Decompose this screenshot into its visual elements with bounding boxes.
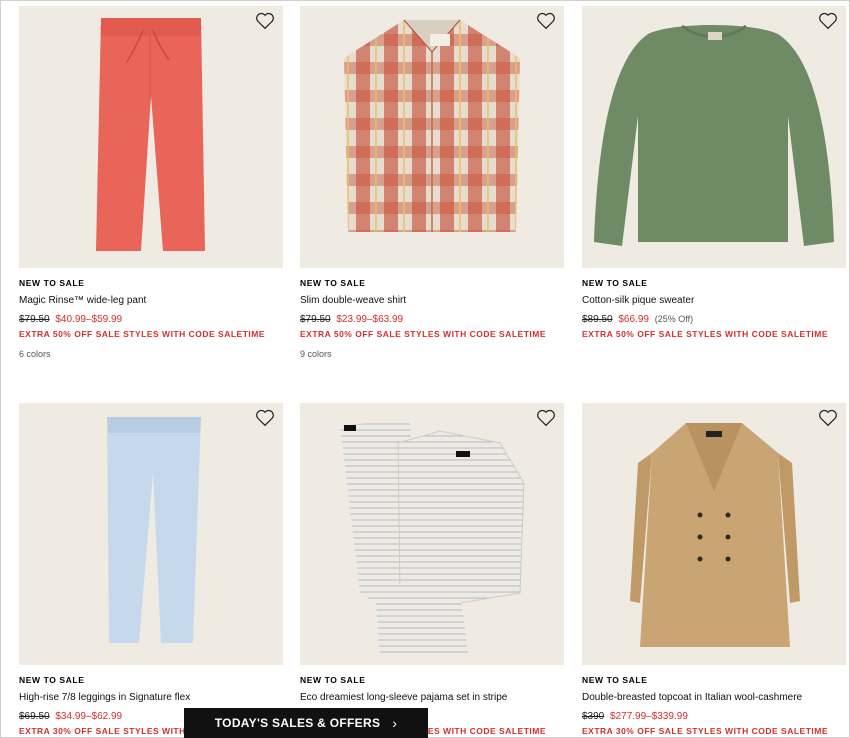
product-grid-page: NEW TO SALE Magic Rinse™ wide-leg pant $…: [0, 0, 850, 738]
leggings-image: [107, 417, 201, 643]
product-card[interactable]: NEW TO SALE Magic Rinse™ wide-leg pant $…: [19, 6, 283, 359]
heart-icon[interactable]: [255, 409, 275, 427]
product-image[interactable]: [582, 6, 846, 268]
product-name[interactable]: Slim double-weave shirt: [300, 295, 564, 306]
price-row: $89.50 $66.99 (25% Off): [582, 314, 846, 325]
heart-icon[interactable]: [536, 12, 556, 30]
product-image[interactable]: [19, 6, 283, 268]
todays-sales-offers-button[interactable]: TODAY'S SALES & OFFERS ›: [184, 708, 428, 738]
product-card[interactable]: NEW TO SALE Eco dreamiest long-sleeve pa…: [300, 403, 564, 736]
price-row: $79.50 $40.99–$59.99: [19, 314, 283, 325]
discount-percent: (25% Off): [654, 314, 694, 324]
product-image[interactable]: [582, 403, 846, 665]
new-to-sale-badge: NEW TO SALE: [300, 278, 366, 288]
heart-icon[interactable]: [818, 409, 838, 427]
promo-text: EXTRA 50% OFF SALE STYLES WITH CODE SALE…: [582, 329, 829, 339]
color-count[interactable]: 6 colors: [19, 349, 283, 359]
sale-price: $40.99–$59.99: [55, 314, 123, 325]
color-count[interactable]: 9 colors: [300, 349, 564, 359]
product-name[interactable]: Eco dreamiest long-sleeve pajama set in …: [300, 692, 564, 703]
price-row: $79.50 $23.99–$63.99: [300, 314, 564, 325]
sweater-image: [594, 24, 834, 246]
sale-price: $34.99–$62.99: [55, 711, 123, 722]
new-to-sale-badge: NEW TO SALE: [582, 675, 648, 685]
product-card[interactable]: NEW TO SALE Cotton-silk pique sweater $8…: [582, 6, 846, 339]
product-card[interactable]: NEW TO SALE Double-breasted topcoat in I…: [582, 403, 846, 736]
promo-text: EXTRA 30% OFF SALE STYLES WITH CODE SALE…: [582, 726, 829, 736]
sale-price: $23.99–$63.99: [336, 314, 404, 325]
original-price: $69.50: [19, 711, 50, 722]
product-name[interactable]: Magic Rinse™ wide-leg pant: [19, 295, 283, 306]
product-image[interactable]: [300, 403, 564, 665]
promo-text: EXTRA 50% OFF SALE STYLES WITH CODE SALE…: [19, 329, 266, 339]
product-name[interactable]: High-rise 7/8 leggings in Signature flex: [19, 692, 283, 703]
new-to-sale-badge: NEW TO SALE: [19, 278, 85, 288]
pant-image: [96, 18, 205, 251]
product-image[interactable]: [300, 6, 564, 268]
sale-price: $66.99: [618, 314, 649, 325]
heart-icon[interactable]: [536, 409, 556, 427]
product-card[interactable]: NEW TO SALE High-rise 7/8 leggings in Si…: [19, 403, 283, 736]
original-price: $79.50: [19, 314, 50, 325]
product-card[interactable]: NEW TO SALE Slim double-weave shirt $79.…: [300, 6, 564, 359]
original-price: $390: [582, 711, 605, 722]
promo-text: EXTRA 50% OFF SALE STYLES WITH CODE SALE…: [300, 329, 547, 339]
heart-icon[interactable]: [818, 12, 838, 30]
new-to-sale-badge: NEW TO SALE: [582, 278, 648, 288]
topcoat-image: [630, 423, 800, 647]
shirt-image: [344, 19, 520, 232]
price-row: $390 $277.99–$339.99: [582, 711, 846, 722]
product-name[interactable]: Cotton-silk pique sweater: [582, 295, 846, 306]
sale-price: $277.99–$339.99: [610, 711, 688, 722]
new-to-sale-badge: NEW TO SALE: [300, 675, 366, 685]
original-price: $79.50: [300, 314, 331, 325]
chevron-right-icon: ›: [392, 715, 398, 731]
product-image[interactable]: [19, 403, 283, 665]
banner-label: TODAY'S SALES & OFFERS: [214, 716, 381, 730]
heart-icon[interactable]: [255, 12, 275, 30]
product-name[interactable]: Double-breasted topcoat in Italian wool-…: [582, 692, 846, 703]
new-to-sale-badge: NEW TO SALE: [19, 675, 85, 685]
pajama-image: [340, 421, 525, 655]
original-price: $89.50: [582, 314, 613, 325]
